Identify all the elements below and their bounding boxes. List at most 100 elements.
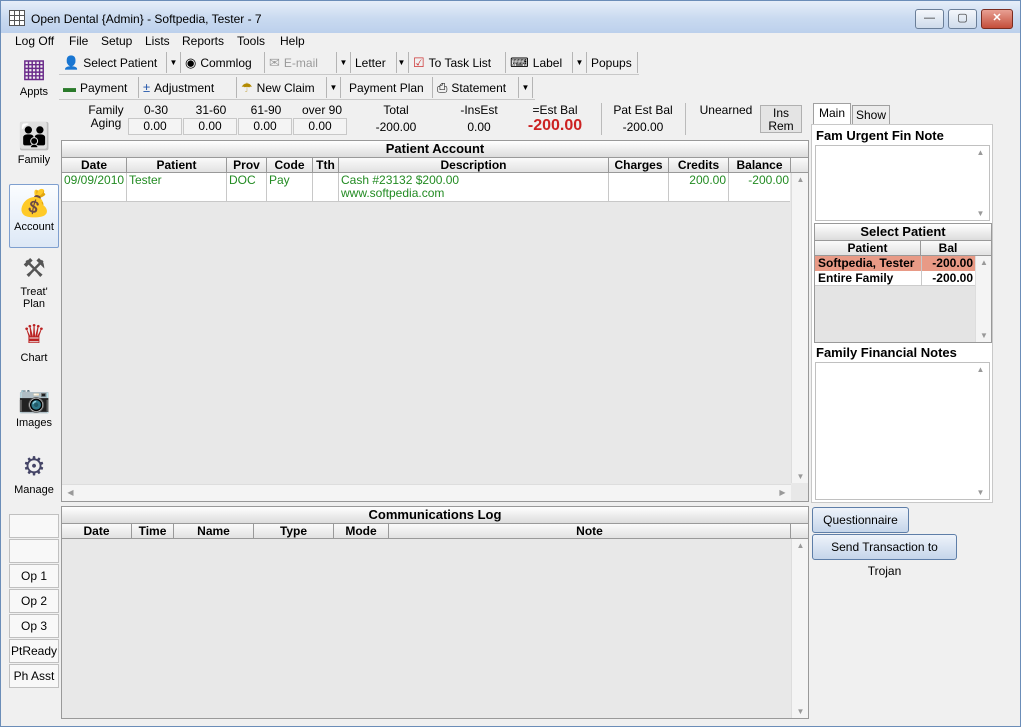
scroll-down-icon[interactable]: ▼ [976, 331, 992, 340]
op-button-blank-2[interactable] [9, 539, 59, 563]
patient-account-hscroll[interactable]: ◀ ▶ [62, 484, 791, 501]
op-button-ph-asst[interactable]: Ph Asst [9, 664, 59, 688]
maximize-button[interactable]: ▢ [948, 9, 977, 29]
scroll-down-icon[interactable]: ▼ [792, 472, 809, 481]
col-tth[interactable]: Tth [313, 158, 339, 172]
select-patient-button[interactable]: 👤 Select Patient [59, 52, 167, 73]
module-images[interactable]: 📷 Images [9, 384, 59, 436]
commlog-button[interactable]: ◉ Commlog [181, 52, 265, 73]
scroll-up-icon[interactable]: ▲ [972, 148, 989, 157]
minimize-button[interactable]: — [915, 9, 944, 29]
op-button-op3[interactable]: Op 3 [9, 614, 59, 638]
scroll-up-icon[interactable]: ▲ [792, 541, 809, 550]
tab-show[interactable]: Show [852, 105, 890, 125]
patient-account-grid: Patient Account Date Patient Prov Code T… [61, 140, 809, 502]
op-button-blank-1[interactable] [9, 514, 59, 538]
family-icon: 👪 [18, 121, 51, 151]
col-credits[interactable]: Credits [669, 158, 729, 172]
menu-help[interactable]: Help [280, 34, 305, 48]
adjustment-icon: ± [143, 80, 151, 95]
scroll-up-icon[interactable]: ▲ [972, 365, 989, 374]
col-mode[interactable]: Mode [334, 524, 389, 538]
op-button-op2[interactable]: Op 2 [9, 589, 59, 613]
label-dropdown[interactable]: ▼ [573, 52, 587, 73]
col-name[interactable]: Name [174, 524, 254, 538]
col-code[interactable]: Code [267, 158, 313, 172]
popups-button[interactable]: Popups [587, 52, 638, 73]
list-item[interactable]: Softpedia, Tester -200.00 [815, 256, 975, 271]
menu-reports[interactable]: Reports [182, 34, 224, 48]
list-item[interactable]: Entire Family -200.00 [815, 271, 975, 286]
comm-log-vscroll[interactable]: ▲ ▼ [791, 539, 808, 718]
module-account[interactable]: 💰 Account [9, 184, 59, 248]
col-date[interactable]: Date [62, 524, 132, 538]
tab-main[interactable]: Main [813, 103, 851, 125]
payment-button[interactable]: ▬ Payment [59, 77, 139, 98]
label-label: Label [532, 55, 563, 70]
col-balance[interactable]: Balance [729, 158, 791, 172]
module-family[interactable]: 👪 Family [9, 121, 59, 175]
scroll-down-icon[interactable]: ▼ [972, 488, 989, 497]
col-bal[interactable]: Bal [921, 241, 975, 255]
commlog-label: Commlog [200, 55, 252, 70]
letter-dropdown[interactable]: ▼ [395, 52, 409, 73]
send-transaction-trojan-button[interactable]: Send Transaction to Trojan [812, 534, 957, 578]
letter-button[interactable]: Letter [351, 52, 397, 73]
menu-tools[interactable]: Tools [237, 34, 265, 48]
aging-header-61-90: 61-90 [250, 103, 282, 117]
scroll-down-icon[interactable]: ▼ [972, 209, 989, 218]
col-type[interactable]: Type [254, 524, 334, 538]
col-time[interactable]: Time [132, 524, 174, 538]
ins-rem-button[interactable]: Ins Rem [760, 105, 802, 133]
scroll-up-icon[interactable]: ▲ [792, 175, 809, 184]
umbrella-icon: ☂ [241, 80, 253, 95]
adjustment-button[interactable]: ± Adjustment [139, 77, 237, 98]
patient-account-vscroll[interactable]: ▲ ▼ [791, 173, 808, 483]
select-patient-vscroll[interactable]: ▲ ▼ [975, 256, 991, 342]
menu-lists[interactable]: Lists [145, 34, 170, 48]
module-appts[interactable]: ▦ Appts [9, 53, 59, 107]
module-treat-plan[interactable]: ⚒ Treat' Plan [9, 253, 59, 313]
aging-value-31-60: 0.00 [183, 118, 237, 135]
scroll-right-icon[interactable]: ▶ [774, 488, 791, 497]
gears-icon: ⚙ [22, 451, 46, 481]
new-claim-dropdown[interactable]: ▼ [327, 77, 341, 98]
urgent-note-field[interactable]: ▲ ▼ [815, 145, 990, 221]
scroll-down-icon[interactable]: ▼ [792, 707, 809, 716]
scroll-up-icon[interactable]: ▲ [976, 258, 992, 267]
col-date[interactable]: Date [62, 158, 127, 172]
col-note[interactable]: Note [389, 524, 791, 538]
col-prov[interactable]: Prov [227, 158, 267, 172]
statement-dropdown[interactable]: ▼ [519, 77, 533, 98]
table-row[interactable]: 09/09/2010 Tester DOC Pay Cash #23132 $2… [62, 173, 790, 202]
menu-file[interactable]: File [69, 34, 88, 48]
cell-patient: Tester [127, 173, 227, 201]
questionnaire-button[interactable]: Questionnaire [812, 507, 909, 533]
menu-log-off[interactable]: Log Off [15, 34, 54, 48]
module-manage[interactable]: ⚙ Manage [9, 451, 59, 503]
fin-notes-field[interactable]: ▲ ▼ [815, 362, 990, 500]
to-task-list-button[interactable]: ☑ To Task List [409, 52, 506, 73]
email-button[interactable]: ✉ E-mail [265, 52, 337, 73]
col-description[interactable]: Description [339, 158, 609, 172]
payment-plan-button[interactable]: Payment Plan [345, 77, 433, 98]
module-chart[interactable]: ♛ Chart [9, 319, 59, 371]
select-patient-dropdown[interactable]: ▼ [167, 52, 181, 73]
pat-est-bal-header: Pat Est Bal [613, 103, 673, 117]
email-dropdown[interactable]: ▼ [337, 52, 351, 73]
col-patient[interactable]: Patient [127, 158, 227, 172]
col-patient[interactable]: Patient [815, 241, 921, 255]
total-header: Total [383, 103, 409, 117]
op-button-ptready[interactable]: PtReady [9, 639, 59, 663]
scroll-left-icon[interactable]: ◀ [62, 488, 79, 497]
aging-header-31-60: 31-60 [195, 103, 227, 117]
op-button-op1[interactable]: Op 1 [9, 564, 59, 588]
label-icon: ⌨ [510, 55, 529, 70]
col-charges[interactable]: Charges [609, 158, 669, 172]
statement-button[interactable]: ⎙ Statement [433, 77, 519, 98]
label-button[interactable]: ⌨ Label [506, 52, 573, 73]
menu-setup[interactable]: Setup [101, 34, 132, 48]
new-claim-button[interactable]: ☂ New Claim [237, 77, 327, 98]
cell-description: Cash #23132 $200.00 www.softpedia.com [339, 173, 609, 201]
close-button[interactable]: ✕ [981, 9, 1013, 29]
